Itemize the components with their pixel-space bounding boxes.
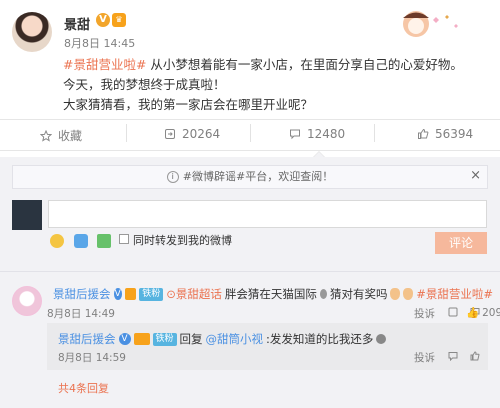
decoration-sticker-icon bbox=[403, 11, 458, 37]
reply-line: 景甜后援会 V 铁粉 回复 @甜筒小视:发发知道的比我还多 bbox=[58, 331, 387, 347]
more-replies-link[interactable]: 共4条回复 bbox=[58, 380, 109, 396]
author-name[interactable]: 景甜 bbox=[64, 14, 90, 33]
mention-link[interactable]: @甜筒小视 bbox=[206, 331, 264, 347]
fan-level-icon bbox=[133, 333, 150, 345]
divider bbox=[0, 119, 500, 120]
like-button[interactable]: 56394 bbox=[417, 127, 473, 141]
repost-icon[interactable] bbox=[448, 307, 458, 317]
current-user-avatar bbox=[12, 200, 42, 230]
close-icon[interactable]: × bbox=[470, 168, 481, 183]
topic-label: 景甜超话 bbox=[175, 287, 222, 301]
post-line-1: #景甜营业啦# 从小梦想着能有一家小店，在里面分享自己的心爱好物。 bbox=[63, 55, 483, 75]
reply-prefix: 回复 bbox=[179, 332, 203, 346]
verified-icon: V bbox=[113, 288, 122, 300]
comment-like-button[interactable]: 👍 209 bbox=[466, 306, 500, 320]
notice-banner[interactable]: i #微博辟谣#平台，欢迎查阅！ bbox=[12, 165, 488, 189]
notice-text: #微博辟谣#平台，欢迎查阅！ bbox=[182, 170, 334, 183]
thumbs-up-icon: 👍 bbox=[466, 307, 480, 319]
thumbs-up-icon bbox=[418, 128, 429, 139]
commenter-avatar[interactable] bbox=[12, 286, 42, 316]
hashtag-link[interactable]: #景甜营业啦# bbox=[416, 286, 493, 302]
iron-fan-badge: 铁粉 bbox=[139, 287, 164, 301]
emoji-icon bbox=[376, 334, 387, 344]
repost-button[interactable]: 20264 bbox=[164, 127, 220, 141]
emoji-icon bbox=[319, 289, 327, 299]
topic-link[interactable]: ⊙景甜超话 bbox=[166, 286, 222, 302]
cat-emoji-icon bbox=[390, 288, 401, 300]
repost-icon bbox=[165, 129, 175, 139]
vip-crown-icon[interactable]: ♛ bbox=[112, 13, 126, 27]
fan-level-icon bbox=[124, 288, 137, 300]
reply-author[interactable]: 景甜后援会 bbox=[58, 331, 116, 347]
commenter-name[interactable]: 景甜后援会 bbox=[53, 286, 111, 302]
divider bbox=[126, 124, 127, 142]
info-icon: i bbox=[166, 171, 179, 183]
verified-icon: V bbox=[118, 333, 131, 345]
divider bbox=[0, 271, 500, 272]
comment-input[interactable] bbox=[48, 200, 487, 228]
gif-icon[interactable] bbox=[74, 234, 88, 248]
comment-count: 12480 bbox=[307, 127, 346, 141]
reply-time: 8月8日 14:59 bbox=[58, 352, 126, 364]
author-avatar[interactable] bbox=[12, 12, 52, 52]
post-text: 从小梦想着能有一家小店，在里面分享自己的心爱好物。 bbox=[146, 57, 463, 72]
comment-line: 景甜后援会 V 铁粉 ⊙景甜超话 胖会猜在天猫国际 猜对有奖吗 #景甜营业啦# bbox=[53, 286, 493, 302]
comment-like-count: 209 bbox=[482, 306, 500, 319]
divider bbox=[250, 124, 251, 142]
like-count: 56394 bbox=[435, 127, 474, 141]
star-icon bbox=[40, 129, 52, 142]
post-line-2: 今天，我的梦想终于成真啦！ bbox=[63, 77, 226, 92]
submit-comment-button[interactable]: 评论 bbox=[435, 232, 487, 254]
repost-count: 20264 bbox=[182, 127, 221, 141]
comments-panel bbox=[0, 157, 500, 408]
report-button[interactable]: 投诉 bbox=[414, 306, 435, 321]
divider bbox=[374, 124, 375, 142]
post-line-3: 大家猜猜看，我的第一家店会在哪里开业呢？ bbox=[63, 97, 314, 112]
divider bbox=[0, 150, 500, 151]
hashtag-link[interactable]: #景甜营业啦# bbox=[63, 57, 146, 72]
comment-text: 胖会猜在天猫国际 bbox=[224, 287, 317, 301]
post-content: #景甜营业啦# 从小梦想着能有一家小店，在里面分享自己的心爱好物。 今天，我的梦… bbox=[63, 55, 483, 115]
cat-emoji-icon bbox=[403, 288, 414, 300]
more-replies-label: 共4条回复 bbox=[58, 382, 109, 395]
emoji-icon[interactable] bbox=[50, 234, 64, 248]
repost-checkbox[interactable] bbox=[119, 234, 129, 244]
comment-time: 8月8日 14:49 bbox=[47, 308, 115, 320]
comment-text-2: 猜对有奖吗 bbox=[329, 287, 388, 301]
comment-icon bbox=[290, 129, 300, 140]
image-icon[interactable] bbox=[97, 234, 111, 248]
favorite-button[interactable]: 收藏 bbox=[40, 127, 82, 144]
post-time[interactable]: 8月8日 14:45 bbox=[64, 35, 135, 51]
reply-report-button[interactable]: 投诉 bbox=[414, 350, 435, 365]
reply-text: :发发知道的比我还多 bbox=[266, 332, 374, 346]
iron-fan-badge: 铁粉 bbox=[152, 332, 177, 346]
comment-icon[interactable] bbox=[448, 351, 458, 361]
thumbs-up-icon[interactable] bbox=[470, 351, 480, 361]
comment-button[interactable]: 12480 bbox=[289, 127, 345, 141]
verified-icon: V bbox=[96, 13, 110, 27]
favorite-label: 收藏 bbox=[58, 129, 83, 143]
repost-checkbox-label: 同时转发到我的微博 bbox=[133, 234, 232, 247]
